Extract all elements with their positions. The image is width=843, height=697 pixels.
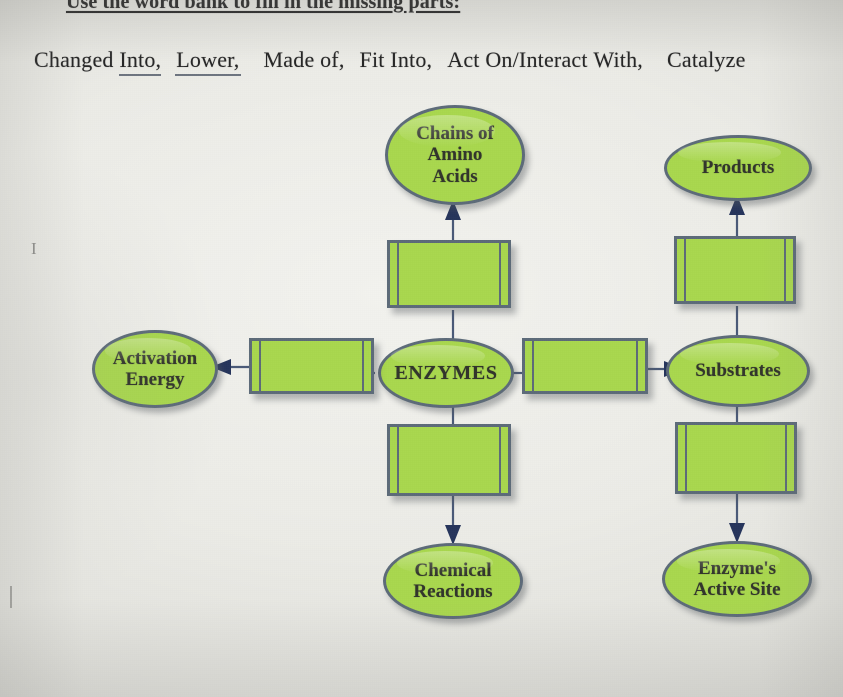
blank-right[interactable] [522, 338, 648, 394]
node-substrates[interactable]: Substrates [666, 335, 810, 407]
node-label: Activation Energy [112, 347, 198, 390]
node-label: Enzyme's Active Site [693, 557, 781, 600]
blank-top-right[interactable] [674, 236, 796, 304]
node-chemical-reactions[interactable]: Chemical Reactions [383, 543, 523, 619]
blank-left[interactable] [249, 338, 374, 394]
node-label: Chemical Reactions [413, 559, 493, 602]
text-cursor-icon: I [31, 239, 37, 258]
node-label: ENZYMES [394, 361, 498, 384]
enzyme-concept-map: Chains of Amino Acids Products Activation E… [0, 0, 843, 697]
node-label: Substrates [695, 360, 781, 382]
node-label: Products [701, 157, 775, 179]
node-enzymes-center[interactable]: ENZYMES [378, 338, 514, 408]
blank-top-center[interactable] [387, 240, 511, 308]
node-chains-of-amino-acids[interactable]: Chains of Amino Acids [385, 105, 525, 205]
node-enzymes-active-site[interactable]: Enzyme's Active Site [662, 541, 812, 617]
node-products[interactable]: Products [664, 135, 812, 201]
node-activation-energy[interactable]: Activation Energy [92, 330, 218, 408]
pen-mark [10, 586, 12, 608]
node-label: Chains of Amino Acids [416, 123, 494, 187]
worksheet-photo: Use the word bank to fill in the missing… [0, 0, 843, 697]
blank-bottom-right[interactable] [675, 422, 797, 494]
blank-bottom-center[interactable] [387, 424, 511, 496]
